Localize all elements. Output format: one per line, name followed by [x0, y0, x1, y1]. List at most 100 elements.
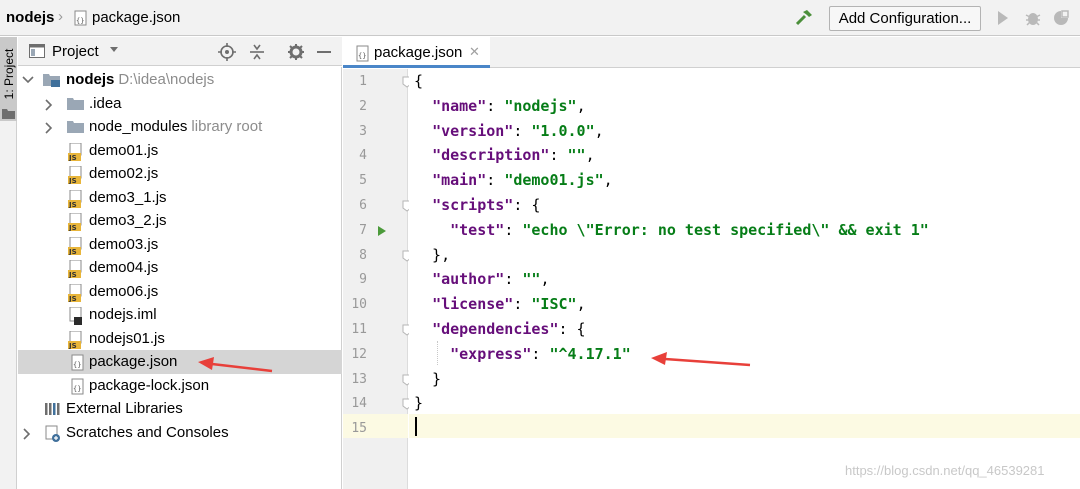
tab-package-json[interactable]: {} package.json ✕	[343, 37, 490, 68]
locate-target-icon[interactable]	[218, 43, 236, 61]
breadcrumb-project[interactable]: nodejs	[6, 9, 54, 26]
chevron-right-icon[interactable]	[44, 122, 54, 134]
tree-item-scratches[interactable]: Scratches and Consoles	[18, 421, 342, 445]
tree-item-demo3-1[interactable]: JS demo3_1.js	[18, 186, 342, 210]
line-number: 9	[359, 272, 367, 288]
js-file-icon: JS	[68, 283, 82, 302]
folder-icon	[2, 109, 15, 119]
json-key: "express"	[450, 344, 532, 363]
json-punctuation	[414, 171, 432, 189]
tree-item-external-libraries[interactable]: External Libraries	[18, 397, 342, 421]
project-tool-window-tab[interactable]: 1: Project	[0, 37, 17, 121]
scratches-icon	[45, 425, 60, 442]
tree-item-demo3-2[interactable]: JS demo3_2.js	[18, 209, 342, 233]
run-script-icon[interactable]	[377, 225, 387, 237]
tree-item-demo04[interactable]: JS demo04.js	[18, 256, 342, 280]
gear-icon[interactable]	[287, 43, 305, 61]
chevron-down-icon[interactable]	[22, 75, 34, 85]
json-punctuation: }	[414, 394, 424, 413]
json-punctuation: :	[486, 96, 505, 115]
tree-item-nodejs01[interactable]: JS nodejs01.js	[18, 327, 342, 351]
line-number: 3	[359, 123, 367, 139]
code-line: }	[414, 394, 423, 412]
json-file-icon: {}	[74, 10, 87, 26]
js-file-icon: JS	[68, 189, 82, 208]
run-icon[interactable]	[996, 10, 1010, 26]
json-punctuation: },	[414, 245, 451, 264]
project-tab-label: 1: Project	[2, 48, 16, 100]
code-line: {	[414, 72, 423, 90]
close-icon[interactable]: ✕	[469, 44, 480, 60]
folder-icon	[67, 121, 84, 133]
line-number: 4	[359, 148, 367, 164]
code-line: "name": "nodejs",	[414, 97, 586, 115]
tree-item-demo03[interactable]: JS demo03.js	[18, 233, 342, 257]
tree-item-label: External Libraries	[66, 400, 183, 417]
debug-icon[interactable]	[1024, 9, 1042, 27]
watermark: https://blog.csdn.net/qq_46539281	[845, 463, 1045, 478]
json-punctuation: ,	[576, 96, 586, 115]
coverage-icon[interactable]	[1052, 9, 1070, 27]
tree-item-package-json[interactable]: {} package.json	[18, 350, 342, 374]
svg-text:JS: JS	[68, 248, 77, 255]
tree-item-label: demo3_1.js	[89, 188, 167, 206]
svg-text:JS: JS	[68, 271, 77, 278]
tree-item-package-lock-json[interactable]: {} package-lock.json	[18, 374, 342, 398]
libraries-icon	[45, 403, 60, 415]
svg-text:JS: JS	[68, 224, 77, 231]
collapse-all-icon[interactable]	[248, 43, 266, 61]
chevron-right-icon[interactable]	[44, 98, 54, 111]
add-configuration-button[interactable]: Add Configuration...	[829, 6, 981, 31]
tree-item-label: demo06.js	[89, 282, 159, 300]
json-punctuation	[414, 146, 432, 164]
tree-item-label: node_modules	[89, 118, 188, 135]
svg-text:{}: {}	[73, 385, 81, 393]
json-key: "scripts"	[432, 196, 514, 214]
code-line: "express": "^4.17.1"	[414, 345, 631, 363]
chevron-right-icon[interactable]	[22, 427, 32, 440]
tree-item-demo02[interactable]: JS demo02.js	[18, 162, 342, 186]
json-punctuation: :	[504, 220, 523, 239]
json-key: "test"	[450, 220, 505, 239]
json-file-icon: {}	[356, 45, 369, 62]
breadcrumb-file[interactable]: package.json	[92, 9, 180, 26]
minimize-icon[interactable]	[316, 43, 332, 61]
json-punctuation	[414, 122, 432, 140]
tree-item-nodejs-iml[interactable]: nodejs.iml	[18, 303, 342, 327]
json-punctuation: :	[513, 121, 532, 140]
tree-item-demo06[interactable]: JS demo06.js	[18, 280, 342, 304]
project-view-icon	[29, 44, 45, 58]
tree-item-label: demo01.js	[89, 141, 159, 159]
json-key: "license"	[432, 295, 514, 314]
tree-item-idea[interactable]: .idea	[18, 92, 342, 116]
project-view-selector[interactable]: Project	[52, 43, 99, 60]
json-punctuation: }	[414, 369, 442, 388]
json-punctuation: ,	[585, 146, 595, 165]
tree-item-label: nodejs	[66, 71, 115, 88]
tree-item-demo01[interactable]: JS demo01.js	[18, 139, 342, 163]
json-punctuation: ,	[594, 121, 604, 140]
json-key: "name"	[432, 96, 487, 115]
line-number: 1	[359, 74, 367, 89]
tree-item-label: demo02.js	[89, 165, 159, 182]
tree-item-nodejs[interactable]: nodejs D:\idea\nodejs	[18, 68, 342, 92]
json-file-icon: {}	[71, 378, 84, 394]
json-punctuation	[414, 221, 450, 239]
json-string: "ISC"	[531, 295, 577, 314]
json-key: "author"	[432, 270, 505, 289]
tool-window-stripe: 1: Project	[0, 37, 17, 489]
json-punctuation: {	[414, 72, 424, 90]
hammer-build-icon[interactable]	[794, 8, 814, 28]
line-number: 12	[351, 346, 367, 362]
tree-item-label: demo03.js	[89, 235, 159, 253]
line-number: 5	[359, 173, 367, 189]
js-file-icon: JS	[68, 142, 82, 161]
tree-item-label: demo04.js	[89, 259, 159, 276]
code-editor[interactable]: { "name": "nodejs", "version": "1.0.0", …	[409, 69, 1080, 489]
json-punctuation: ,	[540, 270, 550, 289]
json-string: "^4.17.1"	[549, 344, 631, 363]
json-punctuation	[414, 97, 432, 115]
json-punctuation: ,	[576, 295, 586, 314]
tree-item-node-modules[interactable]: node_modules library root	[18, 115, 342, 139]
chevron-down-icon[interactable]	[109, 46, 119, 54]
